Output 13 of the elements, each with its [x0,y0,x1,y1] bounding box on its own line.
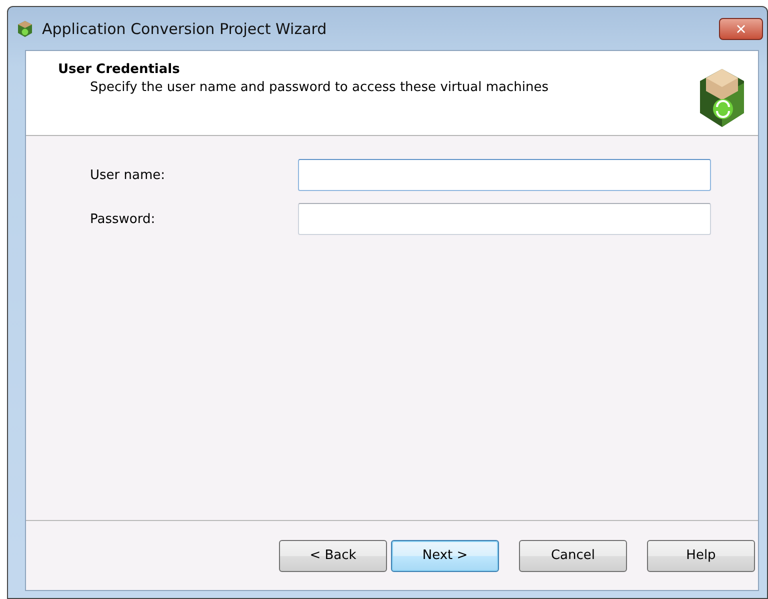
window-title: Application Conversion Project Wizard [42,20,327,38]
text-field[interactable] [298,159,711,191]
dialog-button[interactable]: < Back [279,540,387,572]
text-field[interactable] [298,203,711,235]
dialog-button[interactable]: Cancel [519,540,627,572]
page-title: User Credentials [58,62,181,77]
dialog-button[interactable]: Next > [391,540,499,572]
box-icon [698,67,746,129]
field-label: User name: [90,168,166,182]
box-icon [16,20,34,38]
dialog-button[interactable]: Help [647,540,755,572]
page-subtitle: Specify the user name and password to access these virtual machines [89,80,550,95]
field-label: Password: [90,212,156,226]
